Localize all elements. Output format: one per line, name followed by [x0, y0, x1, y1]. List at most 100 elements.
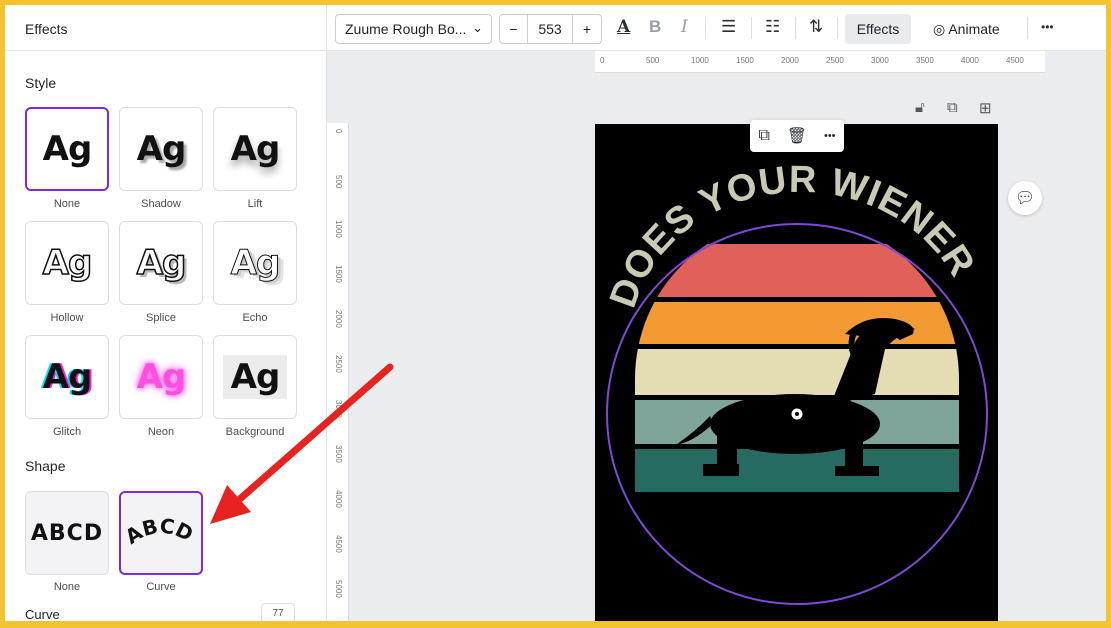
animate-button[interactable]: ◎ Animate [933, 14, 1000, 44]
style-neon-label: Neon [147, 426, 175, 438]
style-shadow-label: Shadow [141, 198, 181, 210]
style-preview: Ag [42, 242, 93, 284]
lock-icon[interactable]: 🔓︎ [915, 99, 925, 116]
add-comment-button[interactable]: 💬︎ [1008, 181, 1042, 215]
style-lift-tile[interactable]: Ag [213, 107, 297, 191]
style-preview: Ag [136, 129, 187, 169]
style-preview: Ag [230, 243, 281, 284]
ruler-tick: 0 [600, 56, 605, 65]
style-preview: Ag [136, 357, 187, 397]
design-artwork: DOES YOUR WIENER [602, 159, 988, 605]
stripe [635, 302, 959, 344]
animate-icon: ◎ [933, 21, 946, 37]
shape-curve-label: Curve [146, 581, 176, 593]
style-shadow-tile[interactable]: Ag [119, 107, 203, 191]
curve-preview-svg: ABCD [121, 514, 197, 549]
add-page-icon[interactable]: ⊞ [979, 99, 992, 117]
ruler-tick: 3000 [334, 400, 343, 418]
ruler-tick: 2000 [781, 56, 799, 65]
sunset-stripes [635, 244, 959, 492]
curve-label: Curve [25, 607, 60, 621]
shape-none-tile[interactable]: ABCD [25, 491, 109, 575]
ruler-tick: 500 [646, 56, 660, 65]
toolbar-divider [705, 17, 706, 39]
list-icon[interactable]: ☷ [765, 17, 780, 37]
style-none-tile[interactable]: Ag [25, 107, 109, 191]
more-options-icon[interactable]: ••• [1041, 20, 1054, 34]
increase-size-button[interactable]: + [573, 15, 601, 43]
toolbar-divider [795, 17, 796, 39]
style-preview: Ag [222, 355, 288, 399]
italic-icon[interactable]: I [681, 17, 688, 37]
app-frame: Effects Style Ag None Ag Shadow Ag Lift … [5, 5, 1106, 621]
svg-text:ABCD: ABCD [121, 514, 197, 549]
style-glitch-label: Glitch [52, 426, 82, 438]
font-family-select[interactable]: Zuume Rough Bo... ⌄ [335, 14, 492, 44]
shape-preview: ABCD [121, 514, 197, 549]
style-neon-tile[interactable]: Ag [119, 335, 203, 419]
ruler-tick: 3500 [334, 445, 343, 463]
text-toolbar: Zuume Rough Bo... ⌄ − 553 + A B I ☰ ☷ ⇅ … [327, 5, 1106, 51]
text-color-icon[interactable]: A [617, 17, 630, 37]
style-background-label: Background [225, 426, 285, 438]
font-family-value: Zuume Rough Bo... [345, 21, 467, 37]
rotate-handle-dot [795, 412, 799, 416]
shape-section-title: Shape [25, 458, 66, 474]
toolbar-divider [751, 17, 752, 39]
font-size-input[interactable]: 553 [528, 15, 573, 43]
style-lift-label: Lift [247, 198, 263, 210]
stripe [635, 244, 959, 297]
shape-none-label: None [53, 581, 81, 593]
bold-icon[interactable]: B [649, 17, 661, 37]
trash-icon[interactable]: 🗑︎ [787, 126, 807, 146]
effects-panel: Effects Style Ag None Ag Shadow Ag Lift … [5, 5, 327, 621]
stripe [635, 449, 959, 492]
element-float-toolbar: ⧉ 🗑︎ ••• [750, 120, 844, 152]
more-icon[interactable]: ••• [824, 130, 836, 142]
stripe [635, 349, 959, 395]
copy-icon[interactable]: ⧉ [758, 127, 769, 145]
ruler-tick: 3000 [871, 56, 889, 65]
style-splice-tile[interactable]: Ag [119, 221, 203, 305]
ruler-tick: 4500 [1006, 56, 1024, 65]
chevron-down-icon: ⌄ [472, 20, 483, 35]
style-preview: Ag [136, 242, 187, 284]
ruler-tick: 3500 [916, 56, 934, 65]
duplicate-page-icon[interactable]: ⧉ [947, 99, 958, 116]
panel-title: Effects [5, 5, 326, 51]
shape-preview: ABCD [30, 520, 104, 546]
toolbar-divider [837, 17, 838, 39]
toolbar-divider [1027, 17, 1028, 39]
ruler-tick: 4000 [961, 56, 979, 65]
style-preview: Ag [42, 357, 93, 397]
style-hollow-tile[interactable]: Ag [25, 221, 109, 305]
ruler-top: 0 500 1000 1500 2000 2500 3000 3500 4000… [595, 51, 1045, 73]
ruler-tick: 500 [334, 175, 343, 189]
align-center-icon[interactable]: ☰ [721, 17, 736, 37]
style-echo-tile[interactable]: Ag [213, 221, 297, 305]
style-preview: Ag [230, 129, 281, 169]
style-background-tile[interactable]: Ag [213, 335, 297, 419]
style-hollow-label: Hollow [50, 312, 84, 324]
ruler-tick: 1000 [334, 220, 343, 238]
ruler-tick: 1000 [691, 56, 709, 65]
design-canvas[interactable]: DOES YOUR WIENER [595, 124, 998, 621]
style-splice-label: Splice [146, 312, 176, 324]
ruler-tick: 2500 [334, 355, 343, 373]
curve-value-input[interactable]: 77 [261, 603, 295, 621]
decrease-size-button[interactable]: − [500, 15, 528, 43]
ruler-tick: 0 [334, 129, 343, 134]
style-section-title: Style [25, 75, 57, 91]
shape-curve-tile[interactable]: ABCD [119, 491, 203, 575]
spacing-icon[interactable]: ⇅ [809, 17, 823, 37]
ruler-tick: 1500 [736, 56, 754, 65]
animate-label: Animate [948, 21, 1000, 37]
ruler-tick: 5000 [334, 580, 343, 598]
style-echo-label: Echo [242, 312, 268, 324]
ruler-tick: 2000 [334, 310, 343, 328]
effects-button[interactable]: Effects [845, 14, 911, 44]
style-glitch-tile[interactable]: Ag [25, 335, 109, 419]
style-none-label: None [53, 198, 81, 210]
ruler-left: 0 500 1000 1500 2000 2500 3000 3500 4000… [327, 123, 349, 621]
comment-icon: 💬︎ [1014, 190, 1036, 207]
